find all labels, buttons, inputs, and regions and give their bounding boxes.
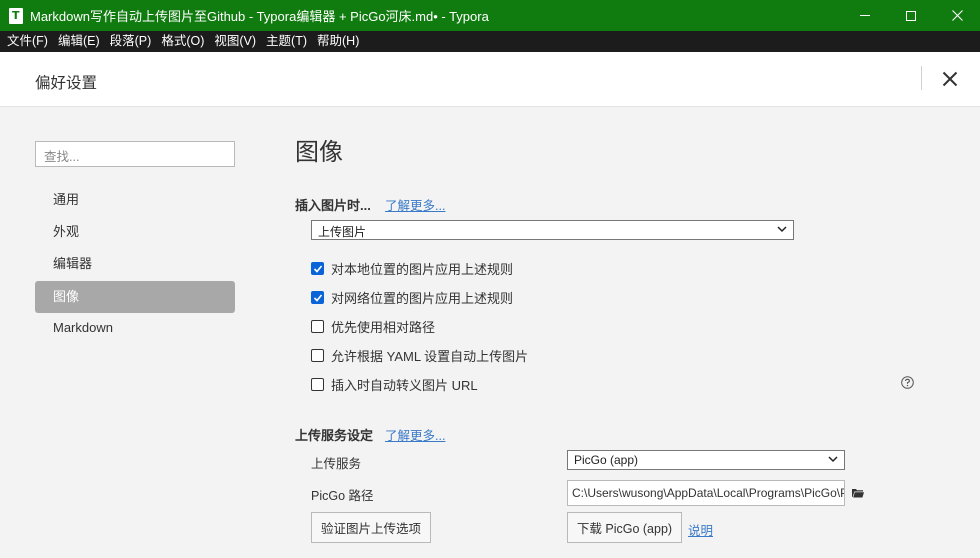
close-preferences-button[interactable] — [938, 64, 962, 94]
close-icon — [942, 71, 958, 87]
insert-action-value: 上传图片 — [318, 225, 367, 239]
menu-bar: 文件(F) 编辑(E) 段落(P) 格式(O) 视图(V) 主题(T) 帮助(H… — [0, 31, 980, 52]
nav-item-image[interactable]: 图像 — [35, 281, 235, 313]
maximize-button[interactable] — [888, 0, 934, 31]
checkmark-icon — [313, 264, 323, 273]
insert-image-label: 插入图片时... — [295, 198, 371, 213]
menu-help[interactable]: 帮助(H) — [312, 31, 364, 52]
chevron-down-icon — [828, 456, 838, 463]
download-picgo-button[interactable]: 下载 PicGo (app) — [567, 512, 682, 543]
checkbox-unchecked[interactable] — [311, 348, 324, 362]
option-label: 插入时自动转义图片 URL — [331, 377, 478, 393]
header-divider — [921, 66, 922, 90]
upload-service-label: 上传服务 — [311, 457, 362, 471]
window-title: Markdown写作自动上传图片至Github - Typora编辑器 + Pi… — [30, 9, 489, 24]
insert-learn-more-link[interactable]: 了解更多... — [385, 195, 445, 214]
option-label: 对本地位置的图片应用上述规则 — [331, 261, 514, 277]
checkbox-unchecked[interactable] — [311, 319, 324, 333]
nav-item-editor[interactable]: 编辑器 — [35, 248, 235, 280]
maximize-icon — [906, 10, 916, 21]
upload-service-section-label: 上传服务设定 — [295, 428, 374, 443]
option-yaml-upload[interactable]: 允许根据 YAML 设置自动上传图片 — [311, 346, 528, 364]
close-window-button[interactable] — [934, 0, 980, 31]
option-label: 对网络位置的图片应用上述规则 — [331, 290, 514, 306]
menu-theme[interactable]: 主题(T) — [261, 31, 312, 52]
option-apply-local[interactable]: 对本地位置的图片应用上述规则 — [311, 259, 513, 277]
verify-upload-button[interactable]: 验证图片上传选项 — [311, 512, 431, 543]
preferences-search-input[interactable]: 查找... — [35, 141, 235, 167]
checkbox-checked[interactable] — [311, 290, 324, 304]
preferences-title: 偏好设置 — [35, 75, 98, 92]
upload-service-select[interactable]: PicGo (app) — [567, 450, 845, 470]
minimize-icon — [860, 15, 870, 16]
help-circle-icon[interactable] — [901, 376, 914, 389]
menu-format[interactable]: 格式(O) — [156, 31, 209, 52]
option-apply-network[interactable]: 对网络位置的图片应用上述规则 — [311, 288, 513, 306]
checkmark-icon — [313, 293, 323, 302]
option-label: 优先使用相对路径 — [331, 319, 436, 335]
typora-app-icon — [9, 7, 23, 24]
checkbox-checked[interactable] — [311, 261, 324, 275]
nav-item-general[interactable]: 通用 — [35, 184, 235, 216]
checkbox-unchecked[interactable] — [311, 377, 324, 391]
window-controls — [842, 0, 980, 31]
insert-action-select[interactable]: 上传图片 — [311, 220, 794, 240]
picgo-path-label: PicGo 路径 — [311, 489, 374, 503]
close-icon — [951, 10, 963, 21]
menu-edit[interactable]: 编辑(E) — [53, 31, 105, 52]
menu-view[interactable]: 视图(V) — [209, 31, 261, 52]
option-escape-url[interactable]: 插入时自动转义图片 URL — [311, 375, 478, 393]
menu-paragraph[interactable]: 段落(P) — [105, 31, 157, 52]
option-label: 允许根据 YAML 设置自动上传图片 — [331, 348, 529, 364]
picgo-path-input[interactable]: C:\Users\wusong\AppData\Local\Programs\P… — [567, 480, 845, 506]
chevron-down-icon — [777, 226, 787, 233]
menu-file[interactable]: 文件(F) — [2, 31, 53, 52]
option-relative-path[interactable]: 优先使用相对路径 — [311, 317, 435, 335]
upload-service-value: PicGo (app) — [574, 453, 639, 467]
section-heading: 图像 — [295, 139, 343, 166]
minimize-button[interactable] — [842, 0, 888, 31]
preferences-header: 偏好设置 — [0, 52, 980, 107]
title-bar: Markdown写作自动上传图片至Github - Typora编辑器 + Pi… — [0, 0, 980, 31]
nav-item-markdown[interactable]: Markdown — [35, 312, 235, 344]
instructions-link[interactable]: 说明 — [688, 520, 713, 539]
upload-learn-more-link[interactable]: 了解更多... — [385, 425, 445, 444]
folder-icon[interactable] — [852, 488, 864, 498]
nav-item-appearance[interactable]: 外观 — [35, 216, 235, 248]
